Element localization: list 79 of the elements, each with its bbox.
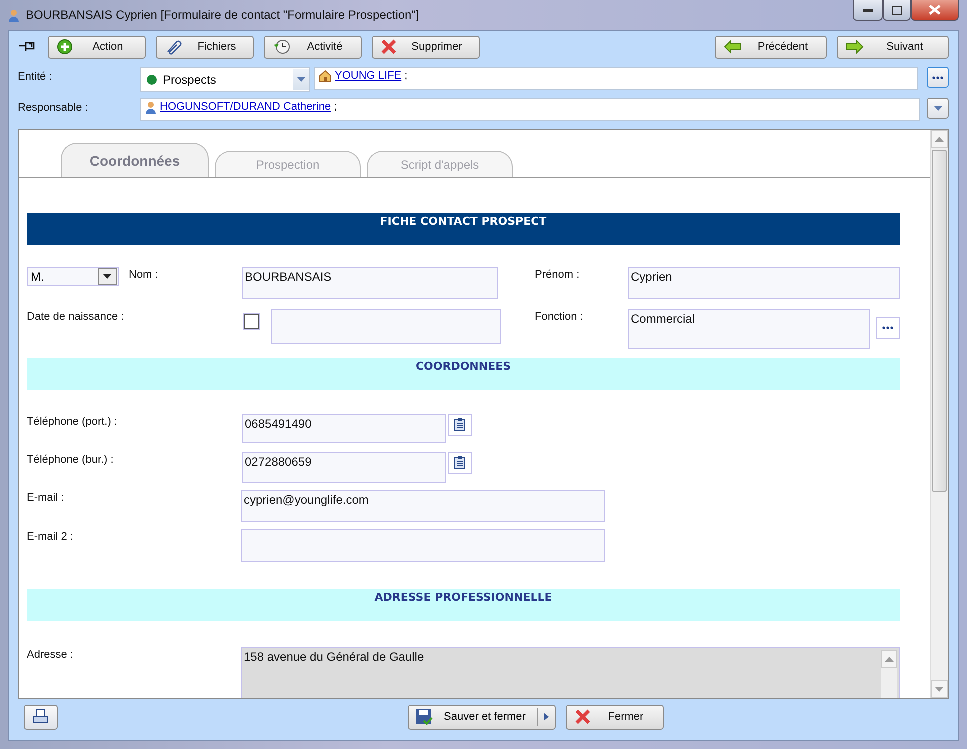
- separator-text: ;: [404, 70, 408, 82]
- cross-icon: [575, 709, 591, 725]
- scroll-down-button[interactable]: [931, 680, 948, 698]
- dropdown-button[interactable]: [927, 98, 949, 119]
- chevron-down-icon: [103, 274, 112, 279]
- plus-icon: [57, 39, 73, 55]
- input-field[interactable]: BOURBANSAIS: [242, 267, 498, 299]
- checkbox[interactable]: [244, 314, 259, 329]
- close-icon: [929, 5, 941, 15]
- close-button[interactable]: [911, 0, 959, 21]
- owner-link[interactable]: HOGUNSOFT/DURAND Catherine: [160, 101, 332, 113]
- right-arrow-icon: [846, 40, 864, 54]
- minimize-icon: [863, 8, 873, 12]
- field-label: Entité :: [18, 70, 54, 83]
- browse-button[interactable]: [876, 317, 900, 339]
- field-label: Date de naissance :: [27, 310, 126, 323]
- ellipsis-icon: [882, 326, 894, 330]
- phone-book-button[interactable]: [448, 414, 472, 436]
- field-label: E-mail :: [27, 491, 66, 504]
- house-icon: [319, 70, 332, 82]
- entity-dropdown[interactable]: Prospects: [140, 67, 310, 92]
- toolbar-button[interactable]: Activité: [264, 36, 362, 58]
- civility-select[interactable]: M.: [27, 267, 119, 286]
- phone-book-button[interactable]: [448, 452, 472, 474]
- input-field[interactable]: cyprien@younglife.com: [241, 490, 605, 522]
- section-header: FICHE CONTACT PROSPECT: [27, 213, 900, 245]
- tab[interactable]: Coordonnées: [61, 143, 209, 177]
- close-form-button[interactable]: Fermer: [566, 704, 664, 730]
- left-arrow-icon: [724, 40, 742, 54]
- company-link[interactable]: YOUNG LIFE: [335, 70, 402, 82]
- owner-field[interactable]: HOGUNSOFT/DURAND Catherine ;: [140, 98, 920, 121]
- minimize-button[interactable]: [853, 0, 883, 21]
- toolbar-button[interactable]: Suivant: [837, 36, 949, 58]
- date-field[interactable]: [271, 309, 501, 344]
- field-label: Prénom :: [535, 268, 581, 281]
- maximize-icon: [892, 6, 902, 14]
- arrow-up-icon: [884, 656, 894, 662]
- toolbar-button[interactable]: Fichiers: [156, 36, 254, 58]
- company-field[interactable]: YOUNG LIFE ;: [314, 67, 918, 90]
- save-close-button[interactable]: Sauver et fermer: [408, 704, 556, 730]
- dropdown-arrow-icon: [296, 77, 306, 82]
- ellipsis-icon: [932, 76, 944, 80]
- field-label: Responsable :: [18, 101, 90, 114]
- arrow-up-icon: [935, 136, 944, 142]
- address-field[interactable]: 158 avenue du Général de Gaulle: [241, 647, 900, 698]
- paperclip-icon: [165, 39, 183, 55]
- window-title: BOURBANSAIS Cyprien [Formulaire de contact "Formulaire Prospection"]: [26, 8, 420, 22]
- input-field[interactable]: Cyprien: [628, 267, 900, 299]
- maximize-button[interactable]: [883, 0, 911, 21]
- user-icon: [8, 8, 20, 22]
- field-label: Adresse :: [27, 648, 74, 661]
- dropdown-arrow-icon: [934, 106, 942, 111]
- person-icon: [145, 101, 157, 114]
- printer-icon: [33, 709, 49, 725]
- field-label: E-mail 2 :: [27, 530, 74, 543]
- input-field[interactable]: 0272880659: [242, 452, 446, 483]
- input-field[interactable]: Commercial: [628, 309, 870, 349]
- section-header: COORDONNEES: [27, 358, 900, 390]
- cross-icon: [381, 39, 397, 55]
- clock-icon: [273, 39, 291, 55]
- scrollbar-thumb[interactable]: [932, 150, 947, 492]
- separator-text: ;: [334, 101, 338, 113]
- field-label: Téléphone (port.) :: [27, 415, 118, 428]
- browse-button[interactable]: [927, 67, 949, 88]
- field-label: Fonction :: [535, 310, 584, 323]
- input-field[interactable]: [241, 529, 605, 562]
- field-label: Téléphone (bur.) :: [27, 453, 115, 466]
- clipboard-icon: [454, 418, 466, 432]
- clipboard-icon: [454, 456, 466, 470]
- arrow-down-icon: [935, 686, 944, 692]
- toolbar-button[interactable]: Supprimer: [372, 36, 480, 58]
- field-label: Nom :: [128, 268, 160, 281]
- toolbar-button[interactable]: Précédent: [715, 36, 827, 58]
- toolbar-button[interactable]: Action: [48, 36, 146, 58]
- print-button[interactable]: [24, 704, 58, 730]
- caret-icon: [544, 713, 549, 721]
- input-field[interactable]: 0685491490: [242, 414, 446, 443]
- scroll-up-button[interactable]: [931, 130, 948, 148]
- section-header: ADRESSE PROFESSIONNELLE: [27, 589, 900, 621]
